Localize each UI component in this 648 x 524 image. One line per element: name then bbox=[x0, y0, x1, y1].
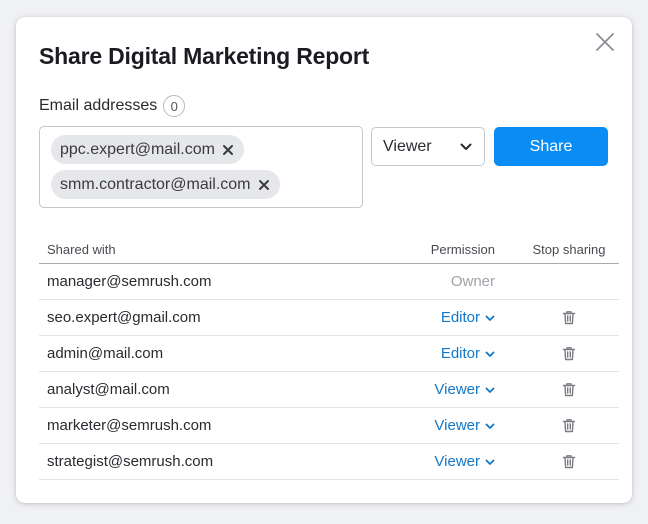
chevron-down-icon bbox=[485, 417, 495, 434]
role-select[interactable]: Viewer bbox=[371, 127, 485, 166]
table-header: Shared with Permission Stop sharing bbox=[39, 235, 619, 264]
row-email: admin@mail.com bbox=[47, 345, 164, 362]
chevron-down-icon bbox=[485, 345, 495, 362]
permission-owner: Owner bbox=[450, 273, 495, 290]
trash-icon[interactable] bbox=[562, 382, 576, 397]
email-count-badge: 0 bbox=[163, 95, 186, 117]
row-stop-sharing bbox=[519, 418, 619, 433]
row-email: analyst@mail.com bbox=[47, 381, 170, 398]
permission-dropdown[interactable]: Viewer bbox=[434, 417, 495, 434]
table-row: analyst@mail.com Viewer bbox=[39, 372, 619, 408]
row-stop-sharing bbox=[519, 310, 619, 325]
permission-dropdown[interactable]: Viewer bbox=[434, 453, 495, 470]
email-chip: smm.contractor@mail.com bbox=[51, 170, 280, 199]
email-addresses-label: Email addresses bbox=[39, 97, 158, 114]
row-permission: Editor bbox=[409, 309, 519, 326]
table-row: marketer@semrush.com Viewer bbox=[39, 408, 619, 444]
row-email: strategist@semrush.com bbox=[47, 453, 214, 470]
row-permission: Viewer bbox=[409, 417, 519, 434]
email-input[interactable]: ppc.expert@mail.com smm.contractor@mail.… bbox=[39, 126, 363, 208]
dialog-title: Share Digital Marketing Report bbox=[39, 43, 370, 69]
row-email: manager@semrush.com bbox=[47, 273, 212, 290]
row-stop-sharing bbox=[519, 346, 619, 361]
close-icon[interactable] bbox=[222, 144, 234, 156]
table-row: admin@mail.com Editor bbox=[39, 336, 619, 372]
table-row: seo.expert@gmail.com Editor bbox=[39, 300, 619, 336]
chevron-down-icon bbox=[485, 453, 495, 470]
trash-icon[interactable] bbox=[562, 418, 576, 433]
trash-icon[interactable] bbox=[562, 310, 576, 325]
table-row: strategist@semrush.com Viewer bbox=[39, 444, 619, 480]
row-permission: Editor bbox=[409, 345, 519, 362]
row-stop-sharing bbox=[519, 454, 619, 469]
permission-label: Editor bbox=[440, 345, 480, 362]
close-icon[interactable] bbox=[594, 31, 616, 53]
email-label-row: Email addresses 0 bbox=[39, 95, 186, 117]
trash-icon[interactable] bbox=[562, 454, 576, 469]
header-permission: Permission bbox=[430, 241, 495, 257]
permission-dropdown[interactable]: Viewer bbox=[434, 381, 495, 398]
permission-label: Viewer bbox=[434, 453, 480, 470]
shared-with-table: Shared with Permission Stop sharing mana… bbox=[39, 235, 619, 480]
header-stop-sharing: Stop sharing bbox=[532, 241, 606, 257]
permission-dropdown[interactable]: Editor bbox=[441, 345, 495, 362]
share-dialog: Share Digital Marketing Report Email add… bbox=[16, 17, 632, 503]
email-chip-label: smm.contractor@mail.com bbox=[60, 175, 251, 193]
role-select-value: Viewer bbox=[383, 137, 432, 155]
table-row: manager@semrush.com Owner bbox=[39, 264, 619, 300]
close-icon[interactable] bbox=[258, 179, 270, 191]
chevron-down-icon bbox=[485, 309, 495, 326]
permission-label: Editor bbox=[440, 309, 480, 326]
permission-label: Viewer bbox=[434, 417, 480, 434]
row-email: seo.expert@gmail.com bbox=[47, 309, 201, 326]
row-email: marketer@semrush.com bbox=[47, 417, 212, 434]
email-chip-label: ppc.expert@mail.com bbox=[60, 140, 215, 158]
email-chip: ppc.expert@mail.com bbox=[51, 135, 244, 164]
permission-dropdown[interactable]: Editor bbox=[441, 309, 495, 326]
chevron-down-icon bbox=[485, 381, 495, 398]
row-stop-sharing bbox=[519, 382, 619, 397]
row-permission: Viewer bbox=[409, 381, 519, 398]
chevron-down-icon bbox=[460, 138, 472, 156]
header-shared-with: Shared with bbox=[47, 241, 116, 257]
row-permission: Owner bbox=[409, 273, 519, 290]
share-button[interactable]: Share bbox=[494, 127, 608, 166]
trash-icon[interactable] bbox=[562, 346, 576, 361]
permission-label: Viewer bbox=[434, 381, 480, 398]
row-permission: Viewer bbox=[409, 453, 519, 470]
